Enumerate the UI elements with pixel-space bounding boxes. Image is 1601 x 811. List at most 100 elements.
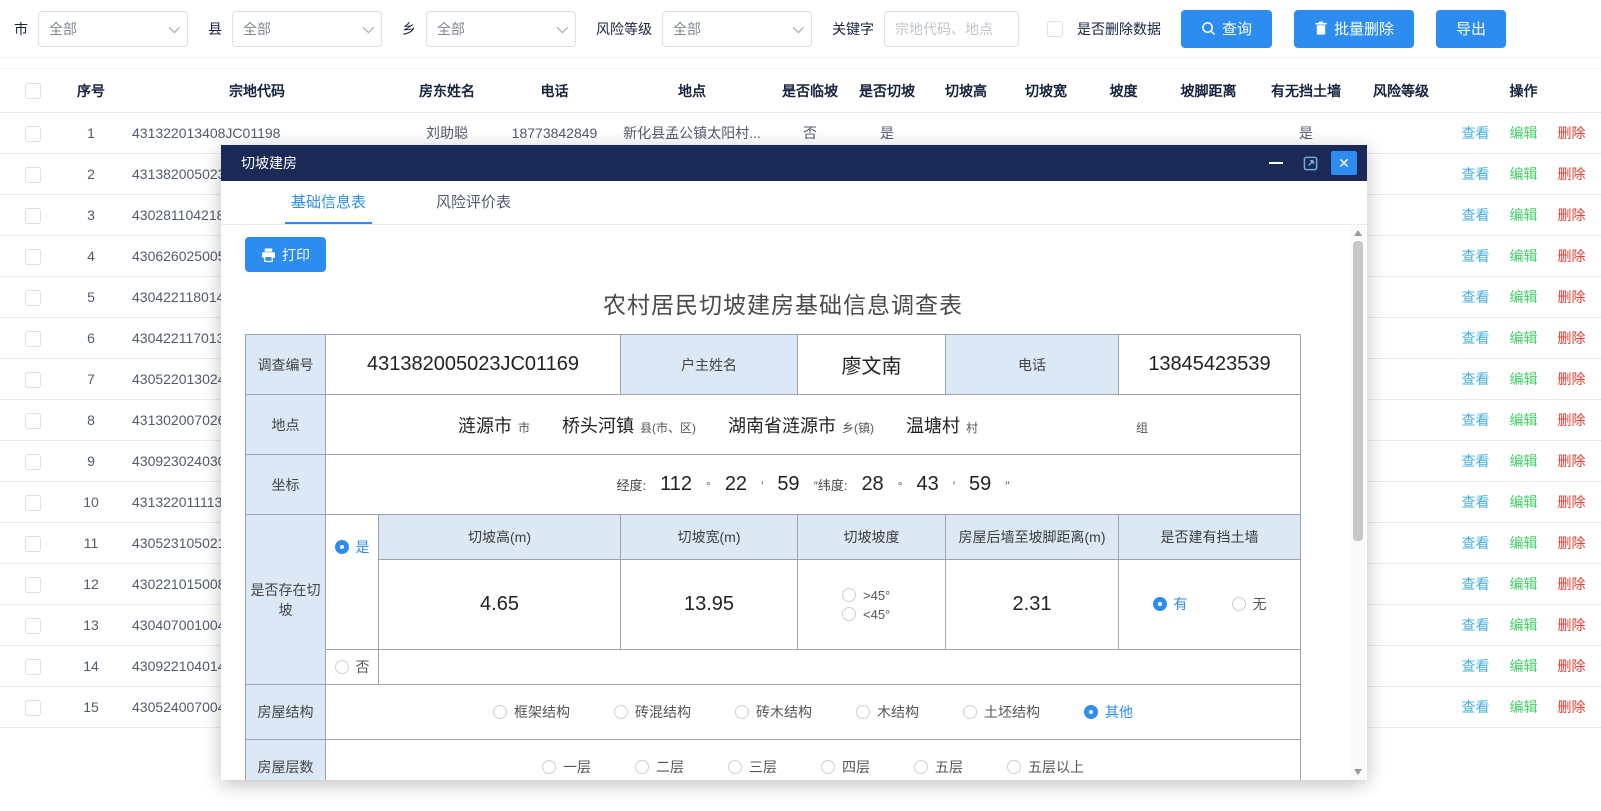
select-all-checkbox[interactable] [25, 83, 41, 99]
filter-select-0[interactable]: 全部 [38, 11, 188, 47]
delete-link[interactable]: 删除 [1558, 289, 1586, 305]
delete-link[interactable]: 删除 [1558, 699, 1586, 715]
keyword-input[interactable] [884, 11, 1019, 47]
scroll-down-icon[interactable] [1354, 769, 1362, 775]
view-link[interactable]: 查看 [1462, 658, 1490, 674]
edit-link[interactable]: 编辑 [1510, 576, 1538, 592]
slope-exist-yes-radio[interactable]: 是 [335, 537, 370, 557]
delete-link[interactable]: 删除 [1558, 617, 1586, 633]
house-floors-option-2[interactable]: 三层 [728, 757, 777, 777]
edit-link[interactable]: 编辑 [1510, 658, 1538, 674]
minimize-icon[interactable] [1263, 151, 1289, 175]
scroll-up-icon[interactable] [1354, 230, 1362, 236]
print-button[interactable]: 打印 [245, 237, 326, 272]
row-checkbox[interactable] [25, 413, 41, 429]
export-button[interactable]: 导出 [1436, 10, 1506, 48]
edit-link[interactable]: 编辑 [1510, 207, 1538, 223]
house-structure-option-5[interactable]: 其他 [1084, 702, 1133, 722]
scrollbar-thumb[interactable] [1353, 241, 1363, 541]
delete-link[interactable]: 删除 [1558, 330, 1586, 346]
row-checkbox[interactable] [25, 495, 41, 511]
delete-link[interactable]: 删除 [1558, 535, 1586, 551]
row-checkbox[interactable] [25, 126, 41, 142]
house-structure-option-2[interactable]: 砖木结构 [735, 702, 812, 722]
edit-link[interactable]: 编辑 [1510, 330, 1538, 346]
delete-link[interactable]: 删除 [1558, 658, 1586, 674]
row-checkbox[interactable] [25, 167, 41, 183]
house-structure-option-0[interactable]: 框架结构 [493, 702, 570, 722]
edit-link[interactable]: 编辑 [1510, 494, 1538, 510]
edit-link[interactable]: 编辑 [1510, 125, 1538, 141]
row-checkbox[interactable] [25, 331, 41, 347]
filter-select-3[interactable]: 全部 [662, 11, 812, 47]
view-link[interactable]: 查看 [1462, 207, 1490, 223]
filter-select-2[interactable]: 全部 [426, 11, 576, 47]
query-button[interactable]: 查询 [1181, 10, 1272, 48]
row-checkbox[interactable] [25, 700, 41, 716]
house-floors-option-4[interactable]: 五层 [914, 757, 963, 777]
coord-value: 经度:112°22′59″纬度:28°43′59″ [326, 455, 1301, 515]
view-link[interactable]: 查看 [1462, 412, 1490, 428]
slope-exist-no-radio[interactable]: 否 [335, 657, 370, 677]
tab-1[interactable]: 风险评价表 [436, 191, 511, 224]
row-checkbox[interactable] [25, 536, 41, 552]
view-link[interactable]: 查看 [1462, 289, 1490, 305]
row-checkbox[interactable] [25, 454, 41, 470]
coord-symbol: ″ [1005, 479, 1009, 493]
view-link[interactable]: 查看 [1462, 453, 1490, 469]
view-link[interactable]: 查看 [1462, 535, 1490, 551]
view-link[interactable]: 查看 [1462, 248, 1490, 264]
house-floors-option-0[interactable]: 一层 [542, 757, 591, 777]
delete-link[interactable]: 删除 [1558, 371, 1586, 387]
slope-angle-option-1[interactable]: <45° [842, 607, 890, 622]
delete-link[interactable]: 删除 [1558, 453, 1586, 469]
delete-flag-checkbox[interactable] [1047, 21, 1063, 37]
house-floors-option-5[interactable]: 五层以上 [1007, 757, 1084, 777]
view-link[interactable]: 查看 [1462, 617, 1490, 633]
row-checkbox[interactable] [25, 372, 41, 388]
row-checkbox[interactable] [25, 577, 41, 593]
view-link[interactable]: 查看 [1462, 166, 1490, 182]
slope-angle-option-0[interactable]: >45° [842, 588, 890, 603]
house-structure-option-1[interactable]: 砖混结构 [614, 702, 691, 722]
edit-link[interactable]: 编辑 [1510, 248, 1538, 264]
delete-link[interactable]: 删除 [1558, 207, 1586, 223]
house-floors-option-3[interactable]: 四层 [821, 757, 870, 777]
house-structure-option-3[interactable]: 木结构 [856, 702, 919, 722]
edit-link[interactable]: 编辑 [1510, 412, 1538, 428]
row-checkbox[interactable] [25, 659, 41, 675]
filter-select-1[interactable]: 全部 [232, 11, 382, 47]
edit-link[interactable]: 编辑 [1510, 617, 1538, 633]
edit-link[interactable]: 编辑 [1510, 289, 1538, 305]
view-link[interactable]: 查看 [1462, 125, 1490, 141]
delete-link[interactable]: 删除 [1558, 248, 1586, 264]
edit-link[interactable]: 编辑 [1510, 535, 1538, 551]
row-checkbox[interactable] [25, 618, 41, 634]
delete-link[interactable]: 删除 [1558, 494, 1586, 510]
edit-link[interactable]: 编辑 [1510, 699, 1538, 715]
close-icon[interactable]: ✕ [1331, 151, 1357, 175]
row-checkbox[interactable] [25, 290, 41, 306]
view-link[interactable]: 查看 [1462, 494, 1490, 510]
modal-scrollbar[interactable] [1351, 225, 1365, 780]
edit-link[interactable]: 编辑 [1510, 166, 1538, 182]
view-link[interactable]: 查看 [1462, 371, 1490, 387]
house-structure-option-4[interactable]: 土坯结构 [963, 702, 1040, 722]
view-link[interactable]: 查看 [1462, 576, 1490, 592]
maximize-icon[interactable] [1297, 151, 1323, 175]
view-link[interactable]: 查看 [1462, 699, 1490, 715]
house-floors-option-1[interactable]: 二层 [635, 757, 684, 777]
delete-link[interactable]: 删除 [1558, 166, 1586, 182]
edit-link[interactable]: 编辑 [1510, 371, 1538, 387]
delete-link[interactable]: 删除 [1558, 412, 1586, 428]
delete-link[interactable]: 删除 [1558, 125, 1586, 141]
edit-link[interactable]: 编辑 [1510, 453, 1538, 469]
view-link[interactable]: 查看 [1462, 330, 1490, 346]
batch-delete-button[interactable]: 批量删除 [1294, 10, 1414, 48]
row-checkbox[interactable] [25, 249, 41, 265]
retaining-wall-option-0[interactable]: 有 [1153, 594, 1188, 614]
tab-0[interactable]: 基础信息表 [291, 191, 366, 224]
retaining-wall-option-1[interactable]: 无 [1232, 594, 1267, 614]
delete-link[interactable]: 删除 [1558, 576, 1586, 592]
row-checkbox[interactable] [25, 208, 41, 224]
